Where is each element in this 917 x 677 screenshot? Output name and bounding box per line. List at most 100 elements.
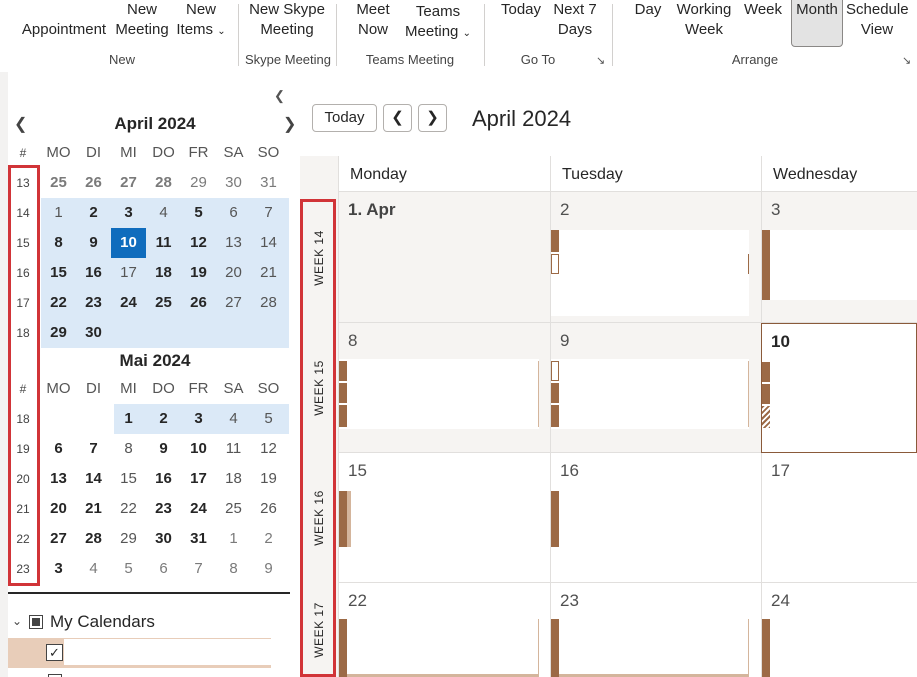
picker-day[interactable]: 2 <box>76 198 111 228</box>
picker-day[interactable]: 1 <box>41 198 76 228</box>
picker-day[interactable]: 13 <box>216 228 251 258</box>
week-view-button[interactable]: Week <box>740 0 786 20</box>
picker-day[interactable]: 23 <box>76 288 111 318</box>
picker-day[interactable]: 30 <box>146 524 181 554</box>
picker-day[interactable]: 4 <box>76 554 111 584</box>
picker-day[interactable]: 16 <box>76 258 111 288</box>
picker-day[interactable]: 19 <box>181 258 216 288</box>
day-cell[interactable]: 16 <box>550 453 761 583</box>
picker-day[interactable]: 11 <box>146 228 181 258</box>
picker-day[interactable]: 7 <box>181 554 216 584</box>
picker-day[interactable]: 17 <box>181 464 216 494</box>
day-cell[interactable]: 22 <box>338 583 550 677</box>
picker-day[interactable]: 8 <box>111 434 146 464</box>
picker-day[interactable]: 2 <box>146 404 181 434</box>
picker-day[interactable]: 24 <box>181 494 216 524</box>
new-appointment-button[interactable]: Appointment <box>18 20 110 40</box>
picker-day[interactable]: 29 <box>181 168 216 198</box>
appointment[interactable] <box>339 359 539 429</box>
picker-day[interactable]: 1 <box>111 404 146 434</box>
picker-day[interactable]: 27 <box>41 524 76 554</box>
dialog-launcher-icon[interactable]: ↘ <box>596 54 605 67</box>
picker-day[interactable]: 15 <box>41 258 76 288</box>
day-view-button[interactable]: Day <box>628 0 668 20</box>
picker-day[interactable]: 13 <box>41 464 76 494</box>
picker-day[interactable]: 10 <box>181 434 216 464</box>
picker-day[interactable]: 3 <box>111 198 146 228</box>
day-cell[interactable]: 23 <box>550 583 761 677</box>
next-7-days-button[interactable]: Next 7 Days <box>550 0 600 40</box>
day-cell[interactable]: 3 <box>761 192 917 323</box>
picker-day[interactable]: 2 <box>251 524 286 554</box>
collapse-pane-icon[interactable]: ❮ <box>274 88 285 104</box>
new-items-button[interactable]: New Items ⌄ <box>174 0 228 42</box>
schedule-view-button[interactable]: Schedule View <box>846 0 909 40</box>
picker-day[interactable]: 25 <box>146 288 181 318</box>
picker-day[interactable]: 12 <box>181 228 216 258</box>
picker-day[interactable]: 9 <box>251 554 286 584</box>
new-skype-meeting-button[interactable]: New Skype Meeting <box>246 0 328 40</box>
teams-meeting-button[interactable]: Teams Meeting ⌄ <box>402 2 474 44</box>
picker-day[interactable]: 4 <box>146 198 181 228</box>
picker-day[interactable]: 22 <box>41 288 76 318</box>
picker-day[interactable]: 29 <box>41 318 76 348</box>
picker-day[interactable]: 26 <box>76 168 111 198</box>
picker-day[interactable]: 30 <box>76 318 111 348</box>
day-cell[interactable]: 8 <box>338 323 550 453</box>
picker-day[interactable]: 10 <box>111 228 146 258</box>
calendar-item-row[interactable]: ✓ <box>8 638 271 668</box>
appointment[interactable] <box>762 230 917 300</box>
picker-day[interactable]: 18 <box>216 464 251 494</box>
calendar-checkbox[interactable]: ✓ <box>46 644 63 661</box>
appointment[interactable] <box>762 619 917 677</box>
picker-day[interactable]: 4 <box>216 404 251 434</box>
picker-day[interactable]: 5 <box>251 404 286 434</box>
picker-day[interactable]: 8 <box>216 554 251 584</box>
appointment-bar[interactable] <box>551 491 559 547</box>
picker-day[interactable]: 28 <box>76 524 111 554</box>
picker-day[interactable]: 23 <box>146 494 181 524</box>
picker-day[interactable]: 9 <box>146 434 181 464</box>
picker-day[interactable]: 25 <box>41 168 76 198</box>
picker-day[interactable]: 18 <box>146 258 181 288</box>
picker-day[interactable]: 5 <box>111 554 146 584</box>
picker-day[interactable]: 6 <box>41 434 76 464</box>
picker-day[interactable]: 31 <box>181 524 216 554</box>
picker-day[interactable]: 31 <box>251 168 286 198</box>
picker-day[interactable]: 16 <box>146 464 181 494</box>
picker-day[interactable]: 8 <box>41 228 76 258</box>
picker-day[interactable]: 3 <box>181 404 216 434</box>
appointment[interactable] <box>339 619 539 677</box>
appointment[interactable] <box>551 230 749 316</box>
appointment[interactable] <box>762 360 916 430</box>
picker-day[interactable]: 25 <box>216 494 251 524</box>
picker-day[interactable]: 14 <box>251 228 286 258</box>
working-week-view-button[interactable]: Working Week <box>672 0 736 40</box>
previous-month-button[interactable]: ❮ <box>383 104 412 132</box>
today-cell[interactable]: 10 <box>761 323 917 453</box>
day-cell[interactable]: 1. Apr <box>338 192 550 323</box>
today-button[interactable]: Today <box>312 104 377 132</box>
expand-chevron-icon[interactable]: ⌄ <box>12 614 22 628</box>
picker-day[interactable]: 26 <box>181 288 216 318</box>
picker-day[interactable]: 9 <box>76 228 111 258</box>
group-checkbox[interactable] <box>29 615 43 629</box>
picker-day[interactable]: 20 <box>216 258 251 288</box>
picker-day[interactable]: 24 <box>111 288 146 318</box>
appointment[interactable] <box>551 619 749 677</box>
goto-today-button[interactable]: Today <box>498 0 544 20</box>
new-meeting-button[interactable]: New Meeting <box>112 0 172 40</box>
picker-day[interactable]: 28 <box>146 168 181 198</box>
picker-day[interactable]: 6 <box>146 554 181 584</box>
picker-day[interactable]: 21 <box>251 258 286 288</box>
picker-day[interactable]: 27 <box>216 288 251 318</box>
picker-day[interactable]: 6 <box>216 198 251 228</box>
picker-day[interactable]: 30 <box>216 168 251 198</box>
picker-day[interactable]: 7 <box>251 198 286 228</box>
dialog-launcher-icon[interactable]: ↘ <box>902 54 911 67</box>
picker-day[interactable]: 3 <box>41 554 76 584</box>
day-cell[interactable]: 17 <box>761 453 917 583</box>
picker-day[interactable]: 15 <box>111 464 146 494</box>
picker-day[interactable]: 1 <box>216 524 251 554</box>
picker-day[interactable]: 22 <box>111 494 146 524</box>
